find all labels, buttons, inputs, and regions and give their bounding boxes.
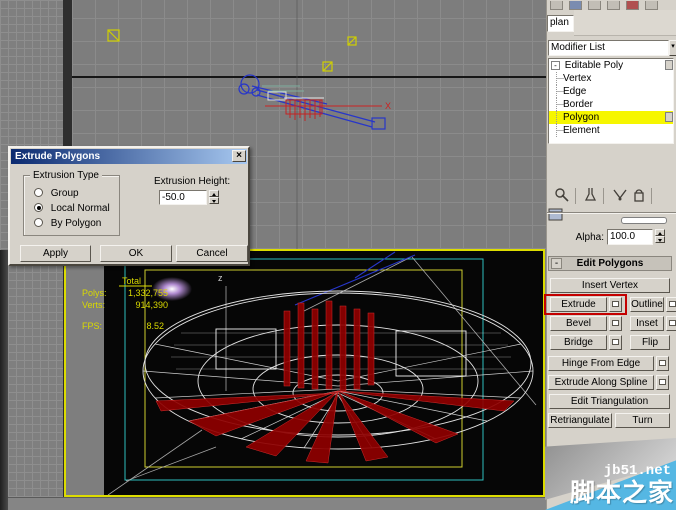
flip-button[interactable]: Flip [630,335,670,350]
extrude-highlight-annotation [544,294,627,315]
svg-text:FPS:: FPS: [82,321,102,331]
rollout-edit-polygons[interactable]: - Edit Polygons [548,256,672,271]
svg-text:1,332,755: 1,332,755 [128,288,168,298]
viewport-camera-active[interactable]: z Total Polys: 1,332,755 Verts: 914,390 … [64,249,545,497]
stack-item-vertex[interactable]: Vertex [549,72,673,85]
watermark: jb51.net 脚本之家 [545,438,676,510]
application-window: X z Total Polys: 1,332,755 Verts: 914,39… [0,0,676,510]
stack-item-editable-poly[interactable]: - Editable Poly [549,59,673,72]
bevel-button[interactable]: Bevel [550,316,607,331]
dialog-title-bar[interactable]: Extrude Polygons [11,149,247,164]
extrude-polygons-dialog: Extrude Polygons × Extrusion Type Group … [8,146,250,266]
pin-stack-icon[interactable] [553,186,571,204]
show-end-result-icon[interactable] [583,186,599,204]
svg-text:8.52: 8.52 [146,321,164,331]
inset-button[interactable]: Inset [630,316,664,331]
radio-icon[interactable] [34,188,43,197]
outline-button[interactable]: Outline [630,297,664,312]
hinge-from-edge-button[interactable]: Hinge From Edge [548,356,654,371]
ok-button[interactable]: OK [100,245,172,262]
edit-triangulation-button[interactable]: Edit Triangulation [549,394,670,409]
stack-toolbar [547,186,676,221]
stack-icon-box[interactable] [665,60,673,70]
stack-item-border[interactable]: Border [549,98,673,111]
apply-button[interactable]: Apply [20,245,91,262]
rotate-gizmo-icon[interactable] [238,74,386,130]
expander-icon[interactable]: - [551,61,560,70]
selected-object-wireframe[interactable] [262,85,324,121]
modifier-stack[interactable]: - Editable Poly Vertex Edge Border Polyg… [548,58,674,144]
cancel-button[interactable]: Cancel [176,245,248,262]
outline-settings-button[interactable] [666,297,676,312]
radio-by-polygon[interactable]: By Polygon [34,218,101,229]
insert-vertex-button[interactable]: Insert Vertex [550,278,670,293]
radio-local-normal[interactable]: Local Normal [34,203,110,214]
extrude-along-spline-button[interactable]: Extrude Along Spline [548,375,654,390]
alpha-field[interactable]: 100.0 [607,229,653,245]
radio-selected-icon[interactable] [34,203,43,212]
panel-blank-area [574,10,676,36]
hinge-settings-button[interactable] [656,356,669,371]
modifier-list-arrow-button[interactable]: ▾ [669,40,676,56]
bridge-button[interactable]: Bridge [550,335,607,350]
slider-fragment[interactable] [621,217,667,224]
turn-button[interactable]: Turn [615,413,670,428]
stack-item-element[interactable]: Element [549,124,673,137]
dummy-helper-icons[interactable] [107,29,357,72]
bevel-settings-button[interactable] [609,316,622,331]
alpha-spinner[interactable] [655,229,665,243]
bridge-settings-button[interactable] [609,335,622,350]
stack-item-polygon-selected[interactable]: Polygon [549,111,673,124]
extrude-along-spline-settings-button[interactable] [656,375,669,390]
make-unique-icon[interactable] [611,186,629,204]
collapse-icon[interactable]: - [551,258,562,269]
svg-text:Verts:: Verts: [82,300,105,310]
modifier-list-dropdown[interactable]: Modifier List [548,40,669,56]
configure-modifier-sets-icon[interactable] [547,206,565,224]
radio-group[interactable]: Group [34,188,79,199]
z-axis-label: z [218,273,223,283]
remove-modifier-icon[interactable] [631,186,647,204]
svg-text:Total: Total [122,276,141,286]
panel-divider [547,212,676,214]
stack-item-edge[interactable]: Edge [549,85,673,98]
stack-icon-box[interactable] [665,112,673,122]
group-title: Extrusion Type [30,170,102,181]
extrusion-type-group: Extrusion Type Group Local Normal By Pol… [23,170,120,236]
retriangulate-button[interactable]: Retriangulate [548,413,612,428]
svg-text:914,390: 914,390 [135,300,168,310]
object-name-field[interactable]: plan [547,15,574,32]
alpha-label: Alpha: [575,232,604,243]
inset-settings-button[interactable] [666,316,676,331]
camera-scene: z Total Polys: 1,332,755 Verts: 914,390 … [82,251,543,496]
close-icon[interactable]: × [232,150,246,162]
extrusion-height-label: Extrusion Height: [154,176,231,187]
radio-icon[interactable] [34,218,43,227]
status-bar [0,497,546,510]
command-panel: plan Modifier List ▾ - Editable Poly Ver… [544,0,676,510]
extrusion-height-field[interactable]: -50.0 [159,190,207,205]
watermark-name: 脚本之家 [569,479,674,507]
extrusion-height-spinner[interactable] [209,190,219,204]
svg-text:Polys:: Polys: [82,288,107,298]
x-axis-label: X [385,101,391,111]
window-edge [0,250,8,510]
